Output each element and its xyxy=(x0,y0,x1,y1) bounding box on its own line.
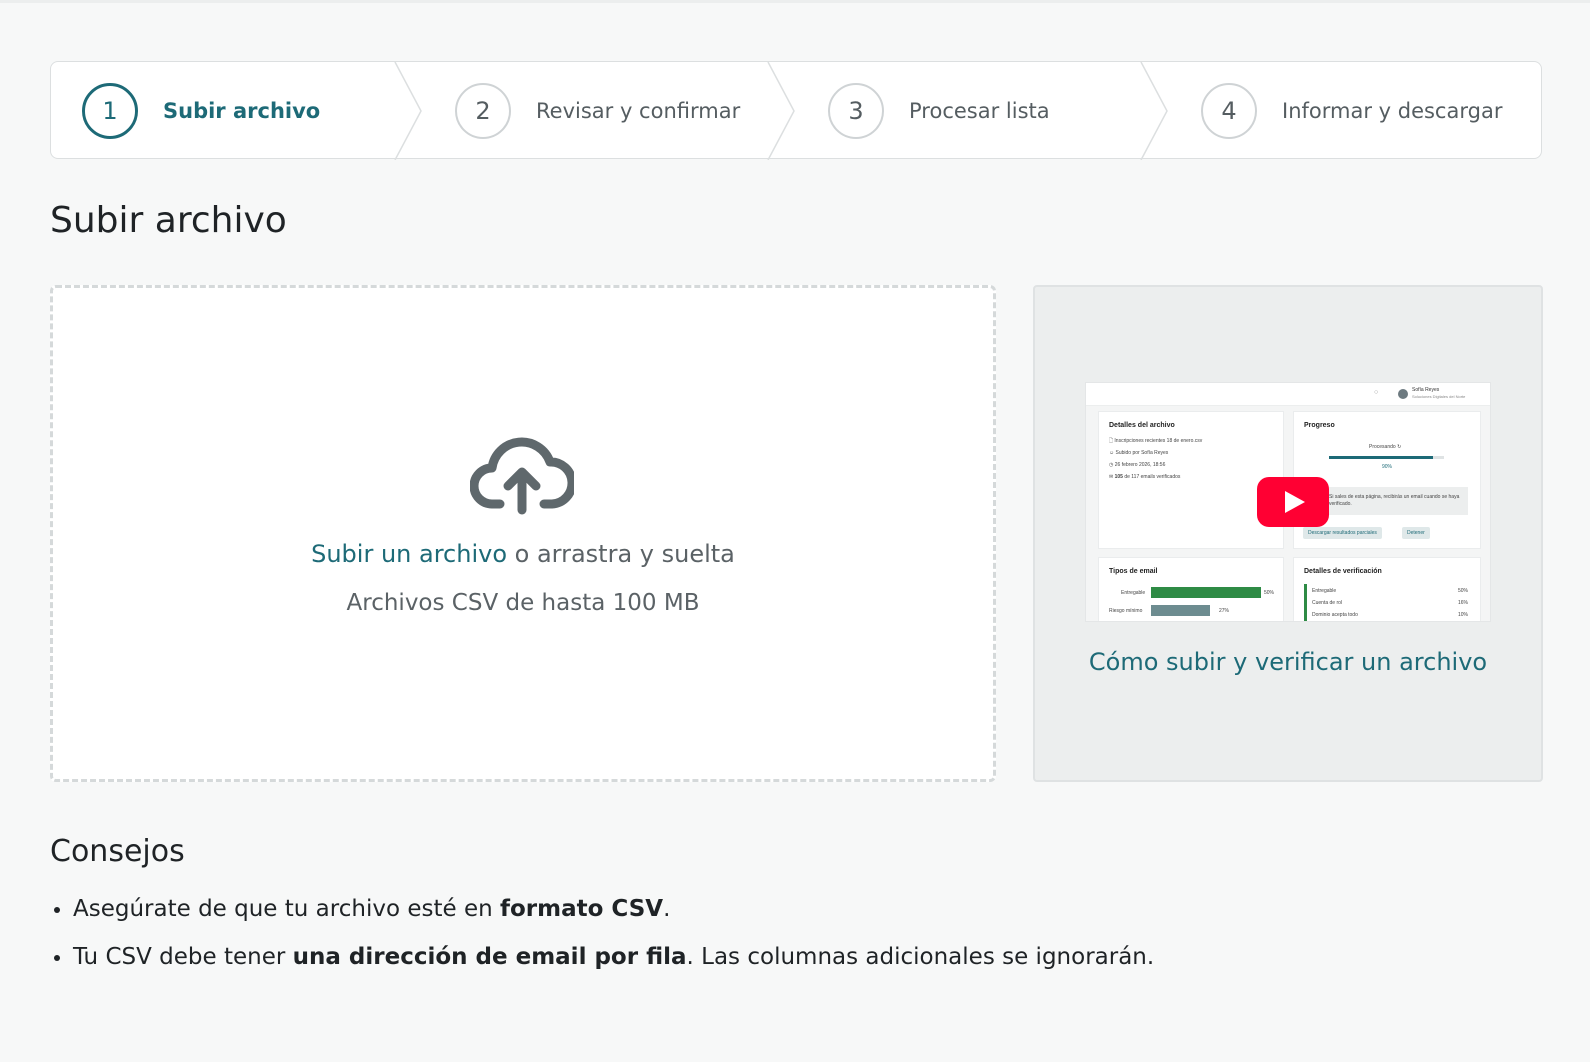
progress-percent: 90% xyxy=(1382,464,1393,470)
step-label: Procesar lista xyxy=(909,99,1050,123)
page-title: Subir archivo xyxy=(50,200,287,241)
step-separator xyxy=(394,62,422,160)
verification-label: Entregable xyxy=(1312,588,1337,594)
download-partial-button: Descargar resultados parciales xyxy=(1303,527,1382,539)
verification-percent: 16% xyxy=(1458,600,1469,606)
stop-button: Detener xyxy=(1402,527,1430,539)
thumbnail-verification-details: Detalles de verificación Entregable 50% … xyxy=(1293,557,1481,621)
email-type-label: Entregable xyxy=(1121,590,1146,596)
step-number-circle: 1 xyxy=(82,83,138,139)
panel-title: Detalles de verificación xyxy=(1304,568,1382,575)
step-number-circle: 2 xyxy=(455,83,511,139)
drag-drop-text: o arrastra y suelta xyxy=(507,540,735,568)
progress-stepper: 1 Subir archivo 2 Revisar y confirmar 3 … xyxy=(50,61,1542,160)
thumbnail-email-types: Tipos de email Entregable 50% Riesgo mín… xyxy=(1098,557,1284,621)
step-separator xyxy=(1140,62,1168,160)
step-number-circle: 4 xyxy=(1201,83,1257,139)
file-name-row: 🗋 Inscripciones recientes 18 de enero.cs… xyxy=(1109,438,1203,444)
verified-row: ✉ 105 de 117 emails verificados xyxy=(1109,474,1181,480)
verification-label: Dominio acepta todo xyxy=(1312,612,1358,618)
email-type-percent: 50% xyxy=(1264,590,1275,596)
date-row: ◷ 26 febrero 2026, 18:56 xyxy=(1109,462,1166,468)
processing-label: Procesando ↻ xyxy=(1369,444,1402,450)
step-label: Revisar y confirmar xyxy=(536,99,741,123)
step-label: Subir archivo xyxy=(163,99,321,123)
uploaded-by-row: ☺ Subido por Sofía Reyes xyxy=(1109,450,1169,456)
list-item: Asegúrate de que tu archivo esté en form… xyxy=(73,892,1154,926)
email-type-bar xyxy=(1151,605,1211,616)
step-upload[interactable]: 1 Subir archivo xyxy=(82,62,320,160)
avatar xyxy=(1398,389,1408,399)
thumbnail-org-name: Soluciones Digitales del Norte xyxy=(1412,394,1466,399)
bell-icon: ○ xyxy=(1374,389,1379,396)
tips-title: Consejos xyxy=(50,834,185,869)
email-type-label: Riesgo mínimo xyxy=(1109,608,1143,614)
play-icon[interactable] xyxy=(1257,477,1329,527)
step-process[interactable]: 3 Procesar lista xyxy=(828,62,1050,160)
panel-title: Detalles del archivo xyxy=(1109,422,1175,429)
step-label: Informar y descargar xyxy=(1282,99,1503,123)
panel-title: Tipos de email xyxy=(1109,568,1158,575)
tips-list: Asegúrate de que tu archivo esté en form… xyxy=(50,892,1154,988)
step-separator xyxy=(767,62,795,160)
progress-fill xyxy=(1329,456,1433,459)
video-title-link[interactable]: Cómo subir y verificar un archivo xyxy=(1033,648,1543,676)
file-size-hint: Archivos CSV de hasta 100 MB xyxy=(346,590,700,616)
top-divider xyxy=(0,0,1590,3)
verification-color-bar xyxy=(1304,584,1307,621)
step-review[interactable]: 2 Revisar y confirmar xyxy=(455,62,740,160)
list-item: Tu CSV debe tener una dirección de email… xyxy=(73,940,1154,974)
email-type-bar xyxy=(1151,587,1261,598)
step-report[interactable]: 4 Informar y descargar xyxy=(1201,62,1502,160)
step-number-circle: 3 xyxy=(828,83,884,139)
verification-percent: 50% xyxy=(1458,588,1469,594)
verification-label: Cuenta de rol xyxy=(1312,600,1343,606)
thumbnail-user-name: Sofía Reyes xyxy=(1412,387,1440,393)
panel-title: Progreso xyxy=(1304,422,1335,429)
upload-file-link[interactable]: Subir un archivo xyxy=(311,540,507,568)
file-dropzone[interactable] xyxy=(50,285,996,782)
email-type-percent: 27% xyxy=(1219,608,1230,614)
cloud-upload-icon xyxy=(470,437,574,515)
verification-percent: 10% xyxy=(1458,612,1469,618)
upload-instructions: Subir un archivo o arrastra y suelta xyxy=(50,540,996,568)
